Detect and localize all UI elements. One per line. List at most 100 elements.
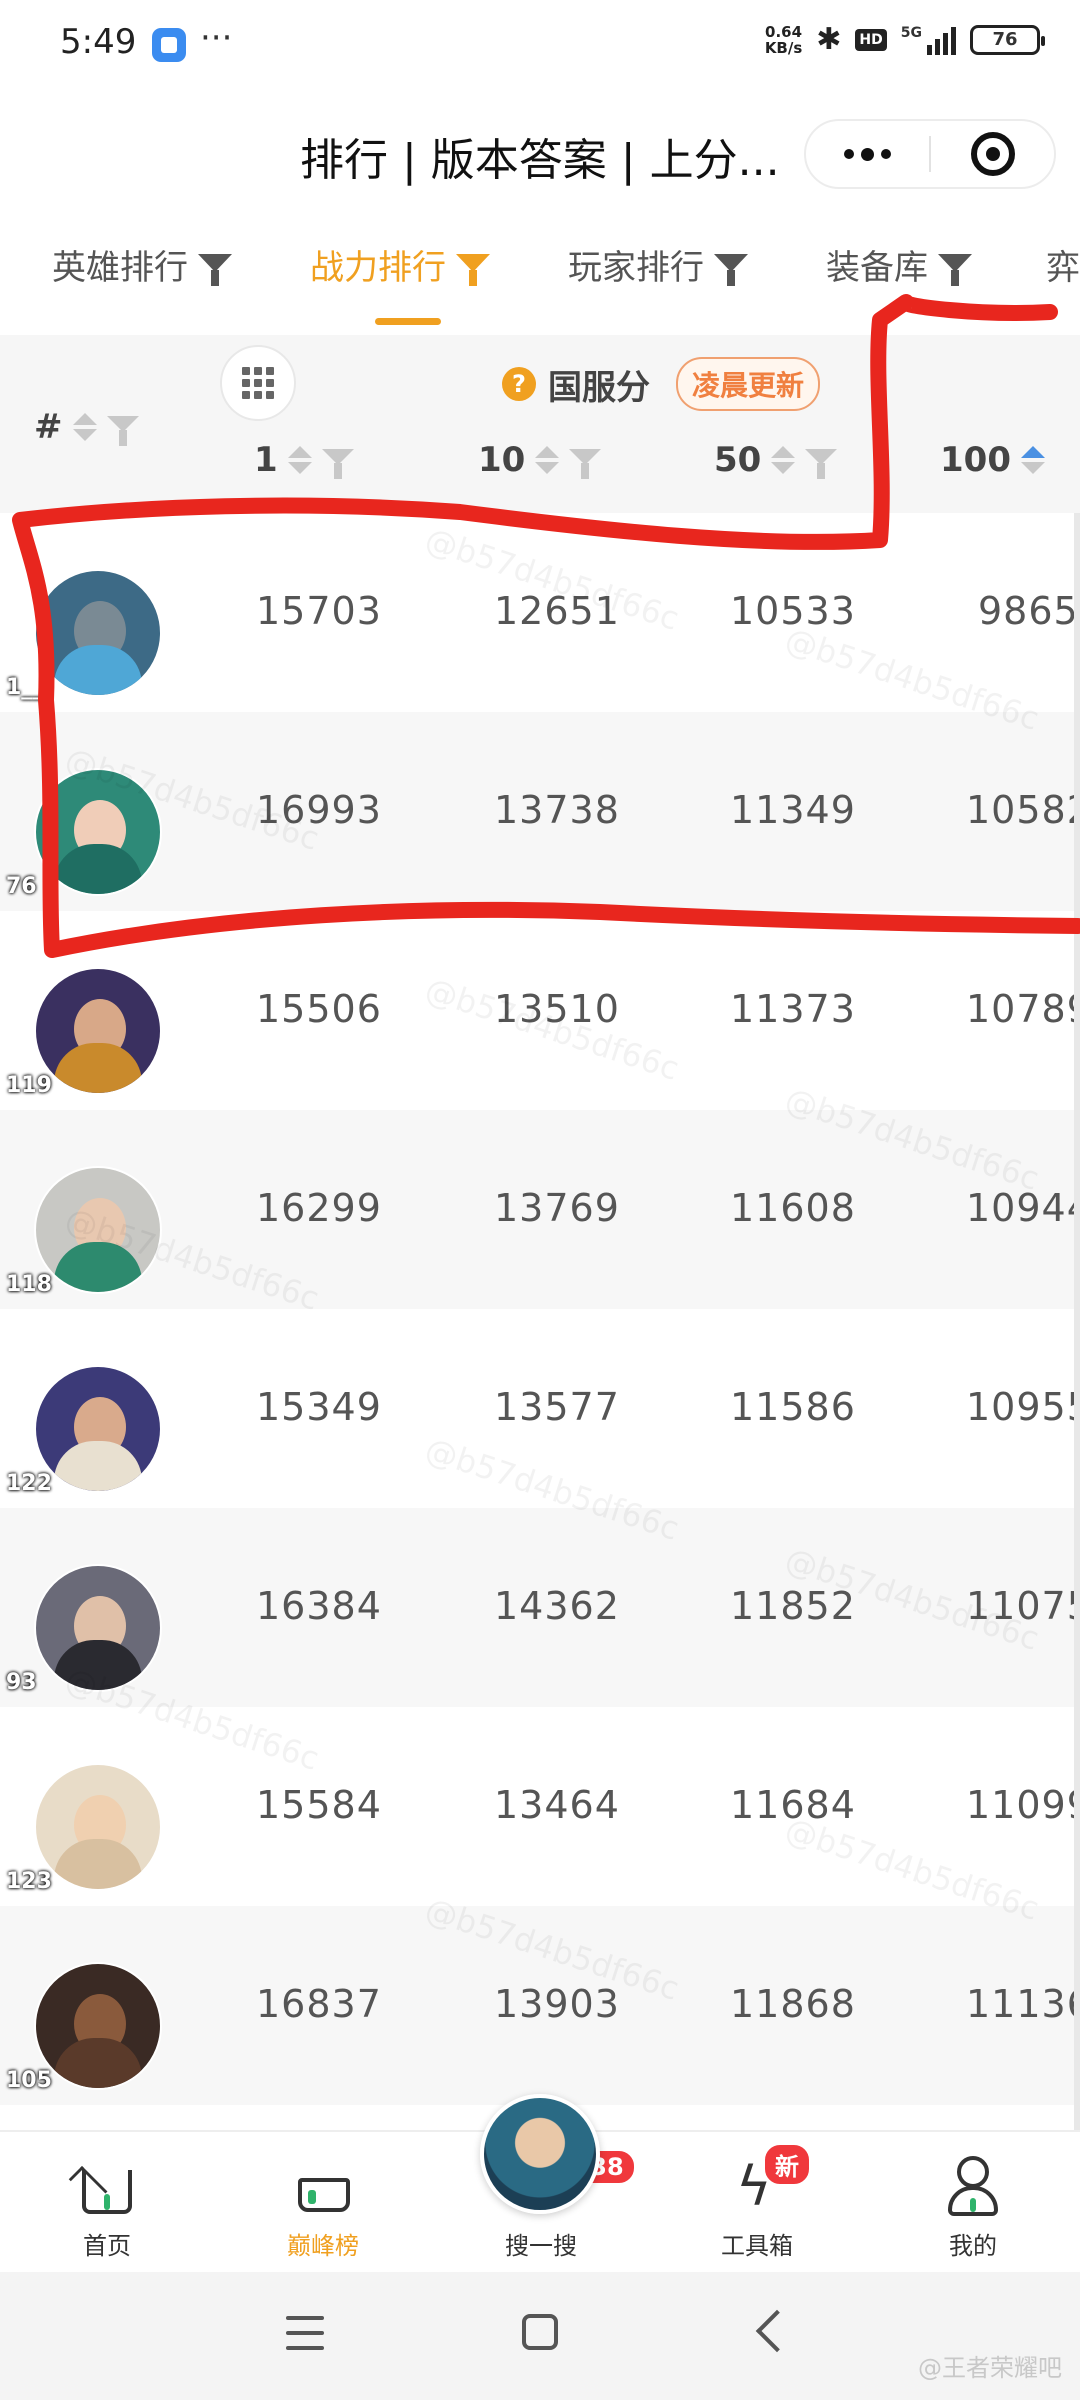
hero-power-count: 1__ — [6, 675, 44, 700]
filter-icon — [714, 254, 748, 286]
power-top-50: 11852 — [730, 1584, 856, 1628]
column-header-top-100[interactable]: 100 — [940, 440, 1045, 480]
system-navigation-bar: @王者荣耀吧 — [0, 2272, 1080, 2400]
capsule-menu — [804, 119, 1056, 189]
more-options-button[interactable] — [806, 121, 929, 187]
power-top-50: 10533 — [730, 589, 856, 633]
tab-equipment-library[interactable]: 装备库 — [826, 240, 972, 330]
power-top-1: 15703 — [256, 589, 382, 633]
table-row[interactable]: 76 16993 13738 11349 10582 — [0, 712, 1080, 911]
column-header-top-10[interactable]: 10 — [478, 440, 602, 480]
table-row[interactable]: 93 16384 14362 11852 11075 — [0, 1508, 1080, 1707]
power-top-50: 11373 — [730, 987, 856, 1031]
table-row[interactable]: 1__ 15703 12651 10533 9865 — [0, 513, 1080, 712]
filter-icon[interactable] — [106, 416, 139, 446]
table-row[interactable]: 119 15506 13510 11373 10789 — [0, 911, 1080, 1110]
tab-chess[interactable]: 弈 — [1046, 240, 1080, 330]
power-top-1: 16384 — [256, 1584, 382, 1628]
hd-voice-icon: HD — [855, 28, 887, 51]
nav-peak-ranking[interactable]: S38 巅峰榜 — [248, 2132, 637, 2274]
hero-avatar[interactable] — [34, 1763, 162, 1891]
power-top-10: 13464 — [494, 1783, 620, 1827]
ranking-cart-icon — [292, 2156, 354, 2218]
power-top-1: 16299 — [256, 1186, 382, 1230]
power-top-50: 11608 — [730, 1186, 856, 1230]
sort-icon[interactable] — [287, 446, 312, 474]
table-row[interactable]: 105 16837 13903 11868 11136 — [0, 1906, 1080, 2105]
table-row[interactable]: 123 15584 13464 11684 11099 — [0, 1707, 1080, 1906]
hero-power-count: 118 — [6, 1272, 52, 1297]
battery-icon: 76 — [970, 24, 1045, 55]
status-bar: 5:49 ··· 0.64 KB/s ✱ HD 5G 76 — [0, 0, 1080, 90]
tab-player-ranking[interactable]: 玩家排行 — [568, 240, 748, 330]
status-indicators: 0.64 KB/s ✱ HD 5G 76 — [764, 22, 1045, 57]
column-header-top-50[interactable]: 50 — [714, 440, 838, 480]
hero-power-count: 93 — [6, 1670, 37, 1695]
sort-icon[interactable] — [72, 413, 97, 441]
ranking-tabs: 英雄排行 战力排行 玩家排行 装备库 弈 — [0, 240, 1080, 330]
hero-power-count: 123 — [6, 1869, 52, 1894]
power-top-1: 15349 — [256, 1385, 382, 1429]
help-icon[interactable]: ? — [502, 367, 536, 401]
table-scrollbar[interactable] — [1074, 513, 1080, 2130]
app-notification-icon — [152, 28, 186, 62]
nav-home[interactable]: 首页 — [32, 2132, 182, 2274]
hero-avatar[interactable] — [34, 1365, 162, 1493]
sort-icon[interactable] — [771, 446, 796, 474]
recent-apps-icon[interactable] — [286, 2316, 324, 2350]
source-credit: @王者荣耀吧 — [918, 2354, 1062, 2382]
power-top-100: 10944 — [966, 1186, 1080, 1230]
power-top-50: 11868 — [730, 1982, 856, 2026]
power-top-1: 16993 — [256, 788, 382, 832]
close-miniprogram-button[interactable] — [931, 121, 1054, 187]
tab-power-ranking[interactable]: 战力排行 — [310, 240, 490, 330]
hero-avatar[interactable] — [34, 1564, 162, 1692]
table-header: ? 国服分 凌晨更新 # 1 10 50 100 — [0, 335, 1080, 513]
column-header-rank[interactable]: # — [34, 407, 139, 447]
signal-strength-icon: 5G — [901, 25, 956, 55]
power-top-50: 11586 — [730, 1385, 856, 1429]
network-type: 5G — [900, 24, 922, 41]
sort-icon[interactable] — [1020, 446, 1045, 474]
table-row[interactable]: 122 15349 13577 11586 10955 — [0, 1309, 1080, 1508]
score-type-header: ? 国服分 凌晨更新 — [502, 357, 821, 411]
power-top-100: 11099 — [966, 1783, 1080, 1827]
hero-avatar[interactable] — [34, 1166, 162, 1294]
back-arrow-icon[interactable] — [755, 2309, 799, 2353]
hero-power-count: 105 — [6, 2068, 52, 2093]
hero-avatar[interactable] — [34, 967, 162, 1095]
home-square-icon[interactable] — [522, 2314, 558, 2350]
power-top-1: 16837 — [256, 1982, 382, 2026]
hero-power-count: 122 — [6, 1471, 52, 1496]
home-icon — [68, 2156, 138, 2218]
battery-level: 76 — [992, 29, 1018, 50]
active-tab-indicator — [375, 318, 441, 325]
status-more-dots: ··· — [200, 18, 233, 58]
power-top-1: 15506 — [256, 987, 382, 1031]
network-speed: 0.64 KB/s — [764, 22, 803, 57]
hero-avatar[interactable] — [34, 569, 162, 697]
hero-avatar[interactable] — [34, 1962, 162, 2090]
power-top-50: 11349 — [730, 788, 856, 832]
sort-icon[interactable] — [535, 446, 560, 474]
power-top-100: 11075 — [966, 1584, 1080, 1628]
power-top-1: 15584 — [256, 1783, 382, 1827]
table-row[interactable]: 118 16299 13769 11608 10944 — [0, 1110, 1080, 1309]
power-top-50: 11684 — [730, 1783, 856, 1827]
power-top-10: 13738 — [494, 788, 620, 832]
filter-icon[interactable] — [569, 449, 602, 479]
search-hero-avatar[interactable] — [480, 2094, 600, 2214]
score-type-label: 国服分 — [548, 367, 650, 408]
filter-icon[interactable] — [805, 449, 838, 479]
hero-avatar[interactable] — [34, 768, 162, 896]
power-top-10: 13577 — [494, 1385, 620, 1429]
filter-icon[interactable] — [321, 449, 354, 479]
nav-profile[interactable]: 我的 — [898, 2132, 1048, 2274]
user-icon — [942, 2156, 1004, 2218]
power-top-10: 13903 — [494, 1982, 620, 2026]
column-header-top-1[interactable]: 1 — [254, 440, 354, 480]
tab-hero-ranking[interactable]: 英雄排行 — [52, 240, 232, 330]
new-badge: 新 — [762, 2142, 812, 2187]
power-top-10: 13769 — [494, 1186, 620, 1230]
grid-menu-icon[interactable] — [220, 345, 296, 421]
